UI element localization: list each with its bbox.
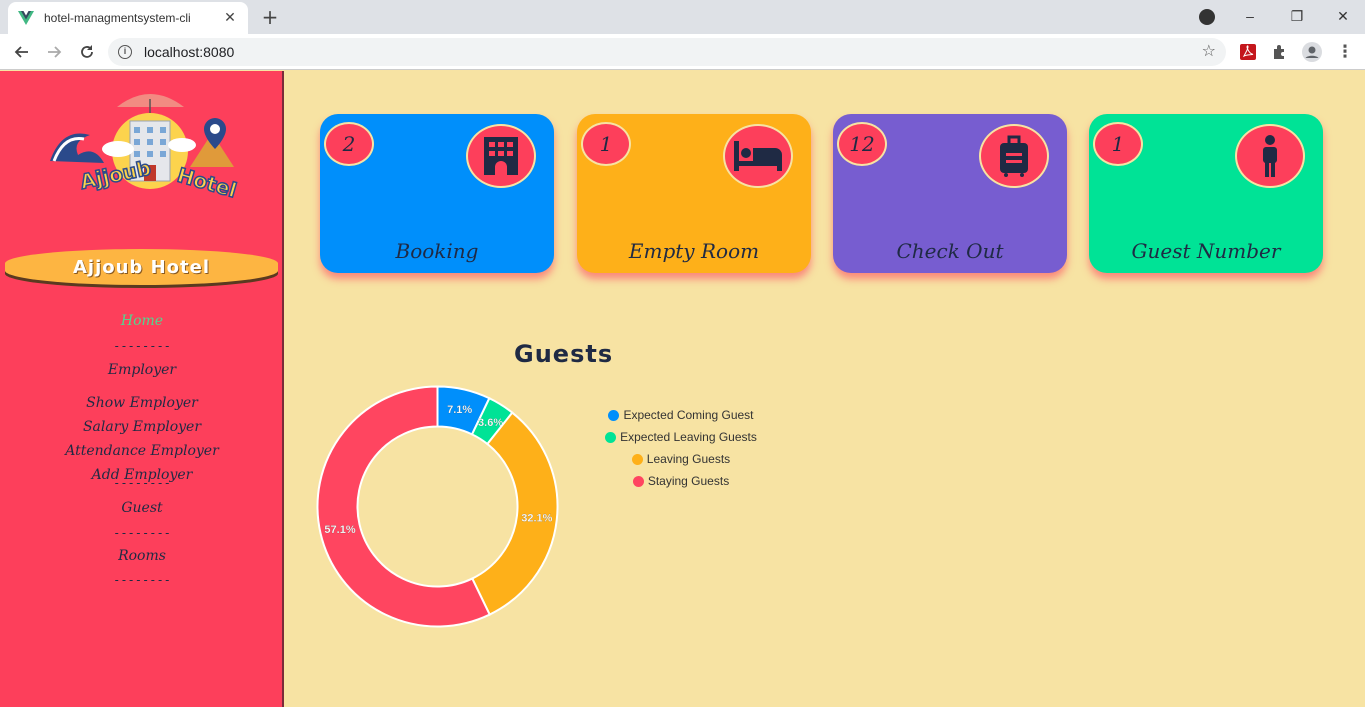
data-label-expected-coming-guest: 7.1% [447, 404, 472, 416]
check-out-icon-circle [979, 124, 1049, 188]
profile-avatar-icon[interactable] [1302, 42, 1322, 62]
sidebar-separator: -------- [113, 526, 171, 540]
window-close-button[interactable]: ✕ [1331, 4, 1355, 28]
person-icon [1263, 135, 1277, 177]
legend-label: Leaving Guests [646, 452, 731, 466]
legend-item-expected-coming-guest[interactable]: Expected Coming Guest [596, 404, 766, 426]
legend-marker-icon [608, 409, 620, 421]
guest-number-label: Guest Number [1131, 239, 1281, 263]
legend-label: Expected Coming Guest [623, 408, 754, 422]
sidebar-item-employer[interactable]: Employer [0, 362, 284, 378]
booking-count: 2 [324, 122, 374, 166]
arrow-right-icon [48, 46, 62, 58]
building-icon [484, 137, 518, 175]
brand-name: Ajjoub Hotel [72, 256, 210, 278]
tab-title: hotel-managmentsystem-cli [44, 11, 191, 25]
chart-title: Guests [514, 340, 614, 368]
suitcase-icon [1000, 135, 1028, 177]
legend-marker-icon [632, 475, 644, 487]
legend-item-leaving-guests[interactable]: Leaving Guests [596, 448, 766, 470]
data-label-leaving-guests: 32.1% [521, 513, 552, 525]
bed-icon [734, 141, 782, 171]
guest-number-icon-circle [1235, 124, 1305, 188]
sidebar-item-show-employer[interactable]: Show Employer [0, 395, 284, 411]
guests-donut-chart: 7.1% 3.6% 32.1% 57.1% [316, 385, 559, 628]
extensions-puzzle-icon[interactable] [1271, 43, 1289, 61]
check-out-label: Check Out [896, 239, 1004, 263]
sidebar-separator: -------- [113, 476, 171, 490]
legend-item-staying-guests[interactable]: Staying Guests [596, 470, 766, 492]
data-label-expected-leaving-guests: 3.6% [478, 417, 503, 429]
legend-item-expected-leaving-guests[interactable]: Expected Leaving Guests [596, 426, 766, 448]
svg-text:Hotel: Hotel [175, 163, 240, 203]
check-out-count: 12 [837, 122, 887, 166]
bookmark-star-icon[interactable]: ☆ [1202, 41, 1216, 60]
browser-menu-icon[interactable]: ⋮ [1333, 40, 1357, 64]
browser-tab[interactable]: hotel-managmentsystem-cli ✕ [8, 2, 248, 34]
legend-marker-icon [605, 431, 617, 443]
sidebar: Ajjoub Hotel Ajjoub Hotel Home -------- … [0, 71, 284, 707]
legend-marker-icon [631, 453, 643, 465]
guest-number-count: 1 [1093, 122, 1143, 166]
hotel-logo: Ajjoub Hotel [50, 94, 240, 203]
legend-label: Expected Leaving Guests [620, 430, 757, 444]
empty-room-label: Empty Room [628, 239, 760, 263]
empty-room-count: 1 [581, 122, 631, 166]
empty-room-icon-circle [723, 124, 793, 188]
sidebar-separator: -------- [113, 339, 171, 353]
booking-card[interactable]: 2 Booking [320, 114, 554, 273]
reload-button[interactable] [75, 40, 99, 64]
back-button[interactable] [10, 40, 34, 64]
url-text: localhost:8080 [144, 44, 235, 60]
forward-button[interactable] [42, 40, 66, 64]
restore-button[interactable]: ❐ [1285, 4, 1309, 28]
chart-legend: Expected Coming Guest Expected Leaving Gu… [596, 404, 766, 492]
booking-icon-circle [466, 124, 536, 188]
sidebar-separator: -------- [113, 573, 171, 587]
sidebar-item-attendance-employer[interactable]: Attendance Employer [0, 443, 284, 459]
data-label-staying-guests: 57.1% [324, 524, 355, 536]
browser-toolbar: i localhost:8080 ☆ ⋮ [0, 34, 1365, 70]
booking-label: Booking [395, 239, 479, 263]
sidebar-item-salary-employer[interactable]: Salary Employer [0, 419, 284, 435]
site-info-icon[interactable]: i [118, 45, 132, 59]
reload-icon [81, 45, 93, 58]
guest-number-card[interactable]: 1 Guest Number [1089, 114, 1323, 273]
brand-banner: Ajjoub Hotel [5, 249, 278, 285]
minimize-button[interactable]: – [1238, 4, 1262, 28]
tab-close-icon[interactable]: ✕ [222, 10, 238, 26]
sidebar-item-guest[interactable]: Guest [0, 500, 284, 516]
legend-label: Staying Guests [647, 474, 730, 488]
vue-logo-icon [18, 11, 34, 25]
tab-search-icon[interactable] [1199, 9, 1215, 25]
empty-room-card[interactable]: 1 Empty Room [577, 114, 811, 273]
browser-tab-strip: hotel-managmentsystem-cli ✕ + – ❐ ✕ [0, 0, 1365, 34]
new-tab-button[interactable]: + [258, 5, 282, 29]
address-bar[interactable]: i localhost:8080 ☆ [108, 38, 1226, 66]
arrow-left-icon [14, 46, 28, 58]
pdf-extension-icon[interactable] [1239, 43, 1257, 61]
sidebar-item-rooms[interactable]: Rooms [0, 548, 284, 564]
check-out-card[interactable]: 12 Check Out [833, 114, 1067, 273]
sidebar-item-home[interactable]: Home [0, 313, 284, 329]
